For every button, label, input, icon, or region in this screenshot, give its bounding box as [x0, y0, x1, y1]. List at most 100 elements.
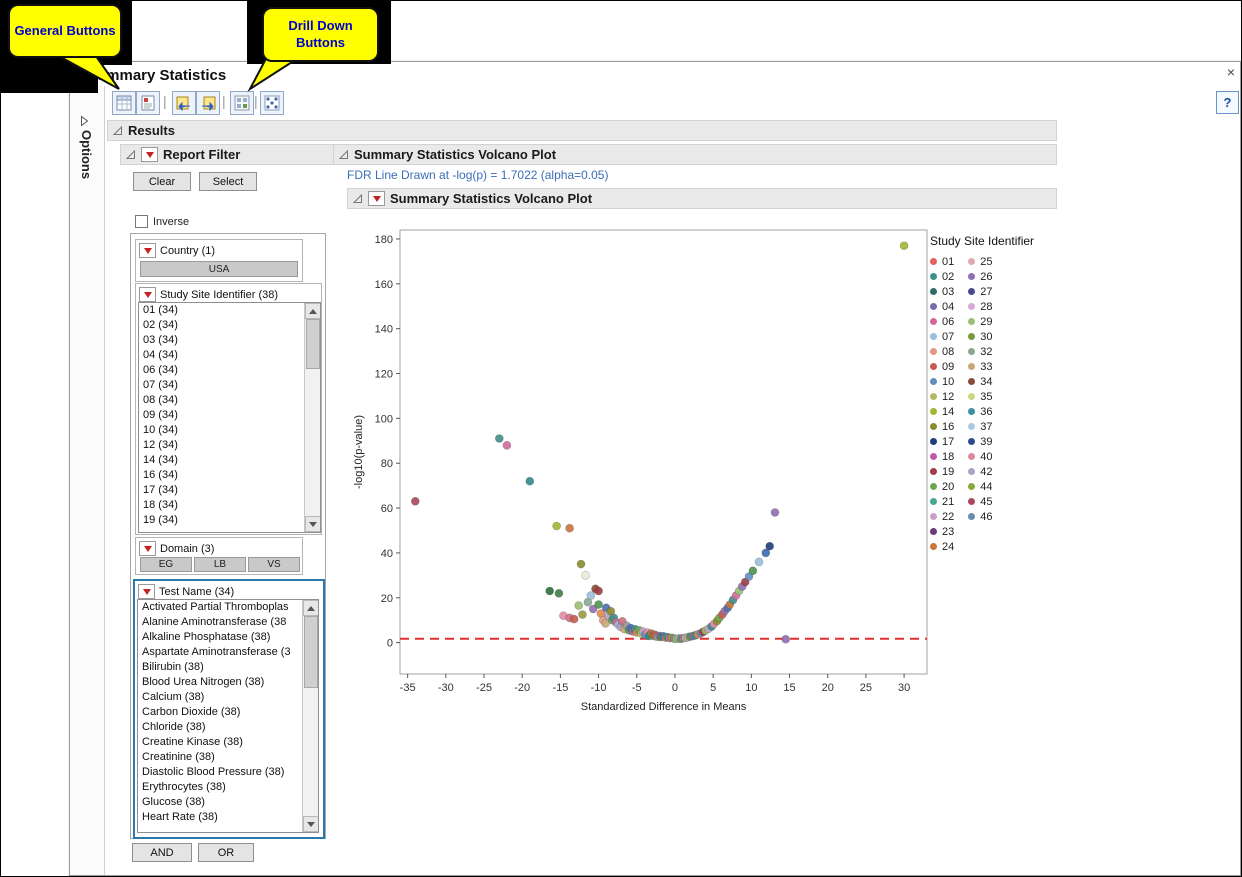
- clear-button[interactable]: Clear: [133, 172, 191, 191]
- legend-item[interactable]: 09: [930, 359, 954, 374]
- study-site-item[interactable]: 01 (34): [139, 303, 320, 318]
- scroll-up-icon[interactable]: [303, 600, 319, 616]
- data-point[interactable]: [411, 497, 419, 505]
- study-site-item[interactable]: 10 (34): [139, 423, 320, 438]
- volcano-menu-icon[interactable]: [368, 191, 385, 206]
- legend-item[interactable]: 12: [930, 389, 954, 404]
- study-site-item[interactable]: 04 (34): [139, 348, 320, 363]
- drill-down-scatter-icon[interactable]: [260, 91, 284, 115]
- test-name-item[interactable]: Diastolic Blood Pressure (38): [138, 765, 318, 780]
- legend-item[interactable]: 16: [930, 419, 954, 434]
- legend-item[interactable]: 44: [968, 479, 992, 494]
- data-point[interactable]: [570, 615, 578, 623]
- data-point[interactable]: [766, 542, 774, 550]
- test-name-scrollbar[interactable]: [302, 600, 318, 832]
- data-point[interactable]: [595, 601, 603, 609]
- data-table-icon[interactable]: [112, 91, 136, 115]
- data-point[interactable]: [755, 558, 763, 566]
- legend-item[interactable]: 34: [968, 374, 992, 389]
- data-point[interactable]: [782, 635, 790, 643]
- legend-item[interactable]: 46: [968, 509, 992, 524]
- data-point[interactable]: [555, 589, 563, 597]
- study-site-menu-icon[interactable]: [139, 287, 156, 302]
- volcano-plot-svg[interactable]: -35-30-25-20-15-10-505101520253002040608…: [342, 217, 962, 717]
- select-button[interactable]: Select: [199, 172, 257, 191]
- legend-item[interactable]: 10: [930, 374, 954, 389]
- country-value-button[interactable]: USA: [140, 261, 298, 277]
- collapse-icon[interactable]: [353, 194, 363, 204]
- legend-item[interactable]: 42: [968, 464, 992, 479]
- domain-button[interactable]: LB: [194, 557, 246, 572]
- legend-item[interactable]: 32: [968, 344, 992, 359]
- data-point[interactable]: [575, 602, 583, 610]
- legend-item[interactable]: 35: [968, 389, 992, 404]
- close-icon[interactable]: ×: [1222, 63, 1240, 81]
- test-name-item[interactable]: Aspartate Aminotransferase (3: [138, 645, 318, 660]
- test-name-item[interactable]: Creatine Kinase (38): [138, 735, 318, 750]
- domain-menu-icon[interactable]: [139, 541, 156, 556]
- legend-item[interactable]: 19: [930, 464, 954, 479]
- study-site-item[interactable]: 19 (34): [139, 513, 320, 528]
- legend-item[interactable]: 21: [930, 494, 954, 509]
- data-point[interactable]: [900, 242, 908, 250]
- or-button[interactable]: OR: [198, 843, 254, 862]
- study-site-item[interactable]: 03 (34): [139, 333, 320, 348]
- report-filter-menu-icon[interactable]: [141, 147, 158, 162]
- legend-item[interactable]: 25: [968, 254, 992, 269]
- study-site-item[interactable]: 06 (34): [139, 363, 320, 378]
- study-site-item[interactable]: 02 (34): [139, 318, 320, 333]
- data-point[interactable]: [495, 435, 503, 443]
- study-site-item[interactable]: 12 (34): [139, 438, 320, 453]
- study-site-scrollbar[interactable]: [304, 303, 320, 532]
- legend-item[interactable]: 33: [968, 359, 992, 374]
- legend-item[interactable]: 20: [930, 479, 954, 494]
- data-point[interactable]: [749, 567, 757, 575]
- test-name-item[interactable]: Creatinine (38): [138, 750, 318, 765]
- legend-item[interactable]: 17: [930, 434, 954, 449]
- scroll-down-icon[interactable]: [303, 816, 319, 832]
- test-name-item[interactable]: Erythrocytes (38): [138, 780, 318, 795]
- collapse-icon[interactable]: [339, 150, 349, 160]
- legend-item[interactable]: 02: [930, 269, 954, 284]
- test-name-item[interactable]: Activated Partial Thromboplas: [138, 600, 318, 615]
- domain-button[interactable]: VS: [248, 557, 300, 572]
- data-point[interactable]: [526, 477, 534, 485]
- legend-item[interactable]: 27: [968, 284, 992, 299]
- legend-item[interactable]: 23: [930, 524, 954, 539]
- domain-button[interactable]: EG: [140, 557, 192, 572]
- collapse-icon[interactable]: [113, 126, 123, 136]
- and-button[interactable]: AND: [132, 843, 192, 862]
- test-name-item[interactable]: Heart Rate (38): [138, 810, 318, 825]
- study-site-item[interactable]: 14 (34): [139, 453, 320, 468]
- legend-item[interactable]: 37: [968, 419, 992, 434]
- test-name-menu-icon[interactable]: [138, 584, 155, 599]
- legend-item[interactable]: 07: [930, 329, 954, 344]
- data-point[interactable]: [577, 560, 585, 568]
- legend-item[interactable]: 36: [968, 404, 992, 419]
- inverse-checkbox[interactable]: [135, 215, 148, 228]
- study-site-item[interactable]: 16 (34): [139, 468, 320, 483]
- study-site-item[interactable]: 09 (34): [139, 408, 320, 423]
- scroll-thumb[interactable]: [306, 319, 320, 369]
- scroll-thumb[interactable]: [304, 616, 318, 688]
- help-button[interactable]: ?: [1216, 91, 1239, 114]
- legend-item[interactable]: 22: [930, 509, 954, 524]
- study-site-item[interactable]: 18 (34): [139, 498, 320, 513]
- legend-item[interactable]: 04: [930, 299, 954, 314]
- legend-item[interactable]: 24: [930, 539, 954, 554]
- legend-item[interactable]: 18: [930, 449, 954, 464]
- journal-icon[interactable]: [136, 91, 160, 115]
- legend-item[interactable]: 28: [968, 299, 992, 314]
- legend-item[interactable]: 26: [968, 269, 992, 284]
- test-name-item[interactable]: Blood Urea Nitrogen (38): [138, 675, 318, 690]
- study-site-item[interactable]: 08 (34): [139, 393, 320, 408]
- test-name-item[interactable]: Calcium (38): [138, 690, 318, 705]
- data-point[interactable]: [582, 571, 590, 579]
- data-point[interactable]: [503, 441, 511, 449]
- study-site-item[interactable]: 07 (34): [139, 378, 320, 393]
- drill-down-grid-icon[interactable]: [230, 91, 254, 115]
- test-name-item[interactable]: Glucose (38): [138, 795, 318, 810]
- data-point[interactable]: [579, 611, 587, 619]
- legend-item[interactable]: 30: [968, 329, 992, 344]
- legend-item[interactable]: 45: [968, 494, 992, 509]
